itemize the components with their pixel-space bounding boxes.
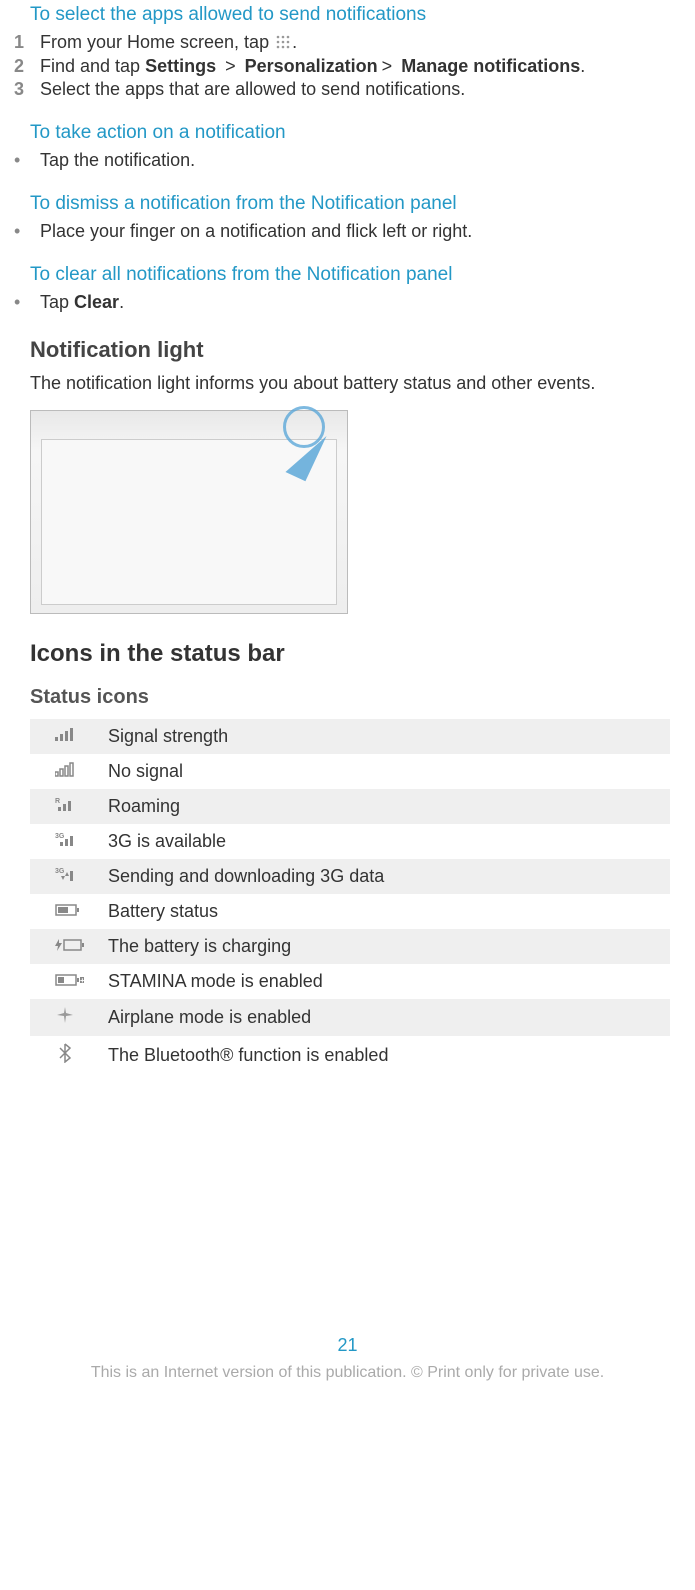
step-2: 2 Find and tap Settings > Personalizatio… xyxy=(14,56,681,77)
text-fragment: Tap xyxy=(40,292,74,312)
bold-text: Personalization xyxy=(245,56,378,76)
bullet-item: • Tap the notification. xyxy=(14,150,681,171)
step-number: 3 xyxy=(14,79,40,100)
icon-label: Signal strength xyxy=(100,719,670,754)
table-row: 3G Sending and downloading 3G data xyxy=(30,859,670,894)
status-icons-table: Signal strength No signal R xyxy=(30,719,670,1075)
step-text: Find and tap Settings > Personalization>… xyxy=(40,56,681,77)
step-text: From your Home screen, tap . xyxy=(40,32,681,54)
text-fragment: . xyxy=(580,56,585,76)
section-title-take-action: To take action on a notification xyxy=(30,122,681,144)
page-number: 21 xyxy=(14,1335,681,1356)
section-title-dismiss: To dismiss a notification from the Notif… xyxy=(30,193,681,215)
no-signal-icon xyxy=(55,761,75,777)
roaming-icon: R xyxy=(55,796,75,812)
icon-label: Battery status xyxy=(100,894,670,929)
g3-available-icon: 3G xyxy=(55,831,75,847)
bullet-text: Place your finger on a notification and … xyxy=(40,221,681,242)
table-row: 3G 3G is available xyxy=(30,824,670,859)
section-title-select-apps: To select the apps allowed to send notif… xyxy=(30,4,681,26)
table-row: + STAMINA mode is enabled xyxy=(30,964,670,999)
table-row: Airplane mode is enabled xyxy=(30,999,670,1036)
heading-status-icons: Status icons xyxy=(30,686,681,709)
stamina-icon: + xyxy=(55,971,75,987)
battery-charging-icon xyxy=(55,936,75,952)
svg-text:+: + xyxy=(80,976,85,985)
breadcrumb-separator: > xyxy=(225,56,236,76)
icon-label: STAMINA mode is enabled xyxy=(100,964,670,999)
bullet-icon: • xyxy=(14,150,40,171)
bold-text: Settings xyxy=(145,56,216,76)
text-fragment: . xyxy=(292,32,297,52)
body-text: The notification light informs you about… xyxy=(30,373,681,394)
bold-text: Manage notifications xyxy=(401,56,580,76)
page-content: To select the apps allowed to send notif… xyxy=(0,4,695,1564)
step-number: 1 xyxy=(14,32,40,54)
bullet-icon: • xyxy=(14,292,40,313)
table-row: No signal xyxy=(30,754,670,789)
apps-grid-icon xyxy=(276,33,290,54)
battery-icon xyxy=(55,901,75,917)
table-row: Battery status xyxy=(30,894,670,929)
step-3: 3 Select the apps that are allowed to se… xyxy=(14,79,681,100)
footer-text: This is an Internet version of this publ… xyxy=(14,1364,681,1382)
icon-label: No signal xyxy=(100,754,670,789)
step-1: 1 From your Home screen, tap . xyxy=(14,32,681,54)
table-row: R Roaming xyxy=(30,789,670,824)
breadcrumb-separator: > xyxy=(382,56,393,76)
bold-text: Clear xyxy=(74,292,119,312)
bullet-item: • Tap Clear. xyxy=(14,292,681,313)
table-row: The battery is charging xyxy=(30,929,670,964)
bullet-icon: • xyxy=(14,221,40,242)
text-fragment: Find and tap xyxy=(40,56,145,76)
airplane-icon xyxy=(55,1006,75,1022)
text-fragment: From your Home screen, tap xyxy=(40,32,274,52)
svg-text:3G: 3G xyxy=(55,833,65,840)
bullet-text: Tap the notification. xyxy=(40,150,681,171)
text-fragment: . xyxy=(119,292,124,312)
bluetooth-icon xyxy=(55,1043,75,1059)
section-title-clear-all: To clear all notifications from the Noti… xyxy=(30,264,681,286)
bullet-text: Tap Clear. xyxy=(40,292,681,313)
icon-label: Sending and downloading 3G data xyxy=(100,859,670,894)
bullet-item: • Place your finger on a notification an… xyxy=(14,221,681,242)
table-row: The Bluetooth® function is enabled xyxy=(30,1036,670,1075)
signal-icon xyxy=(55,726,75,742)
svg-text:3G: 3G xyxy=(55,868,65,875)
icon-label: 3G is available xyxy=(100,824,670,859)
heading-icons-status-bar: Icons in the status bar xyxy=(30,640,681,668)
g3-data-icon: 3G xyxy=(55,866,75,882)
step-number: 2 xyxy=(14,56,40,77)
heading-notification-light: Notification light xyxy=(30,337,681,363)
icon-label: Airplane mode is enabled xyxy=(100,999,670,1036)
svg-text:R: R xyxy=(55,798,60,805)
icon-label: The Bluetooth® function is enabled xyxy=(100,1036,670,1075)
notification-light-image xyxy=(30,410,348,614)
step-text: Select the apps that are allowed to send… xyxy=(40,79,681,100)
icon-label: Roaming xyxy=(100,789,670,824)
table-row: Signal strength xyxy=(30,719,670,754)
icon-label: The battery is charging xyxy=(100,929,670,964)
